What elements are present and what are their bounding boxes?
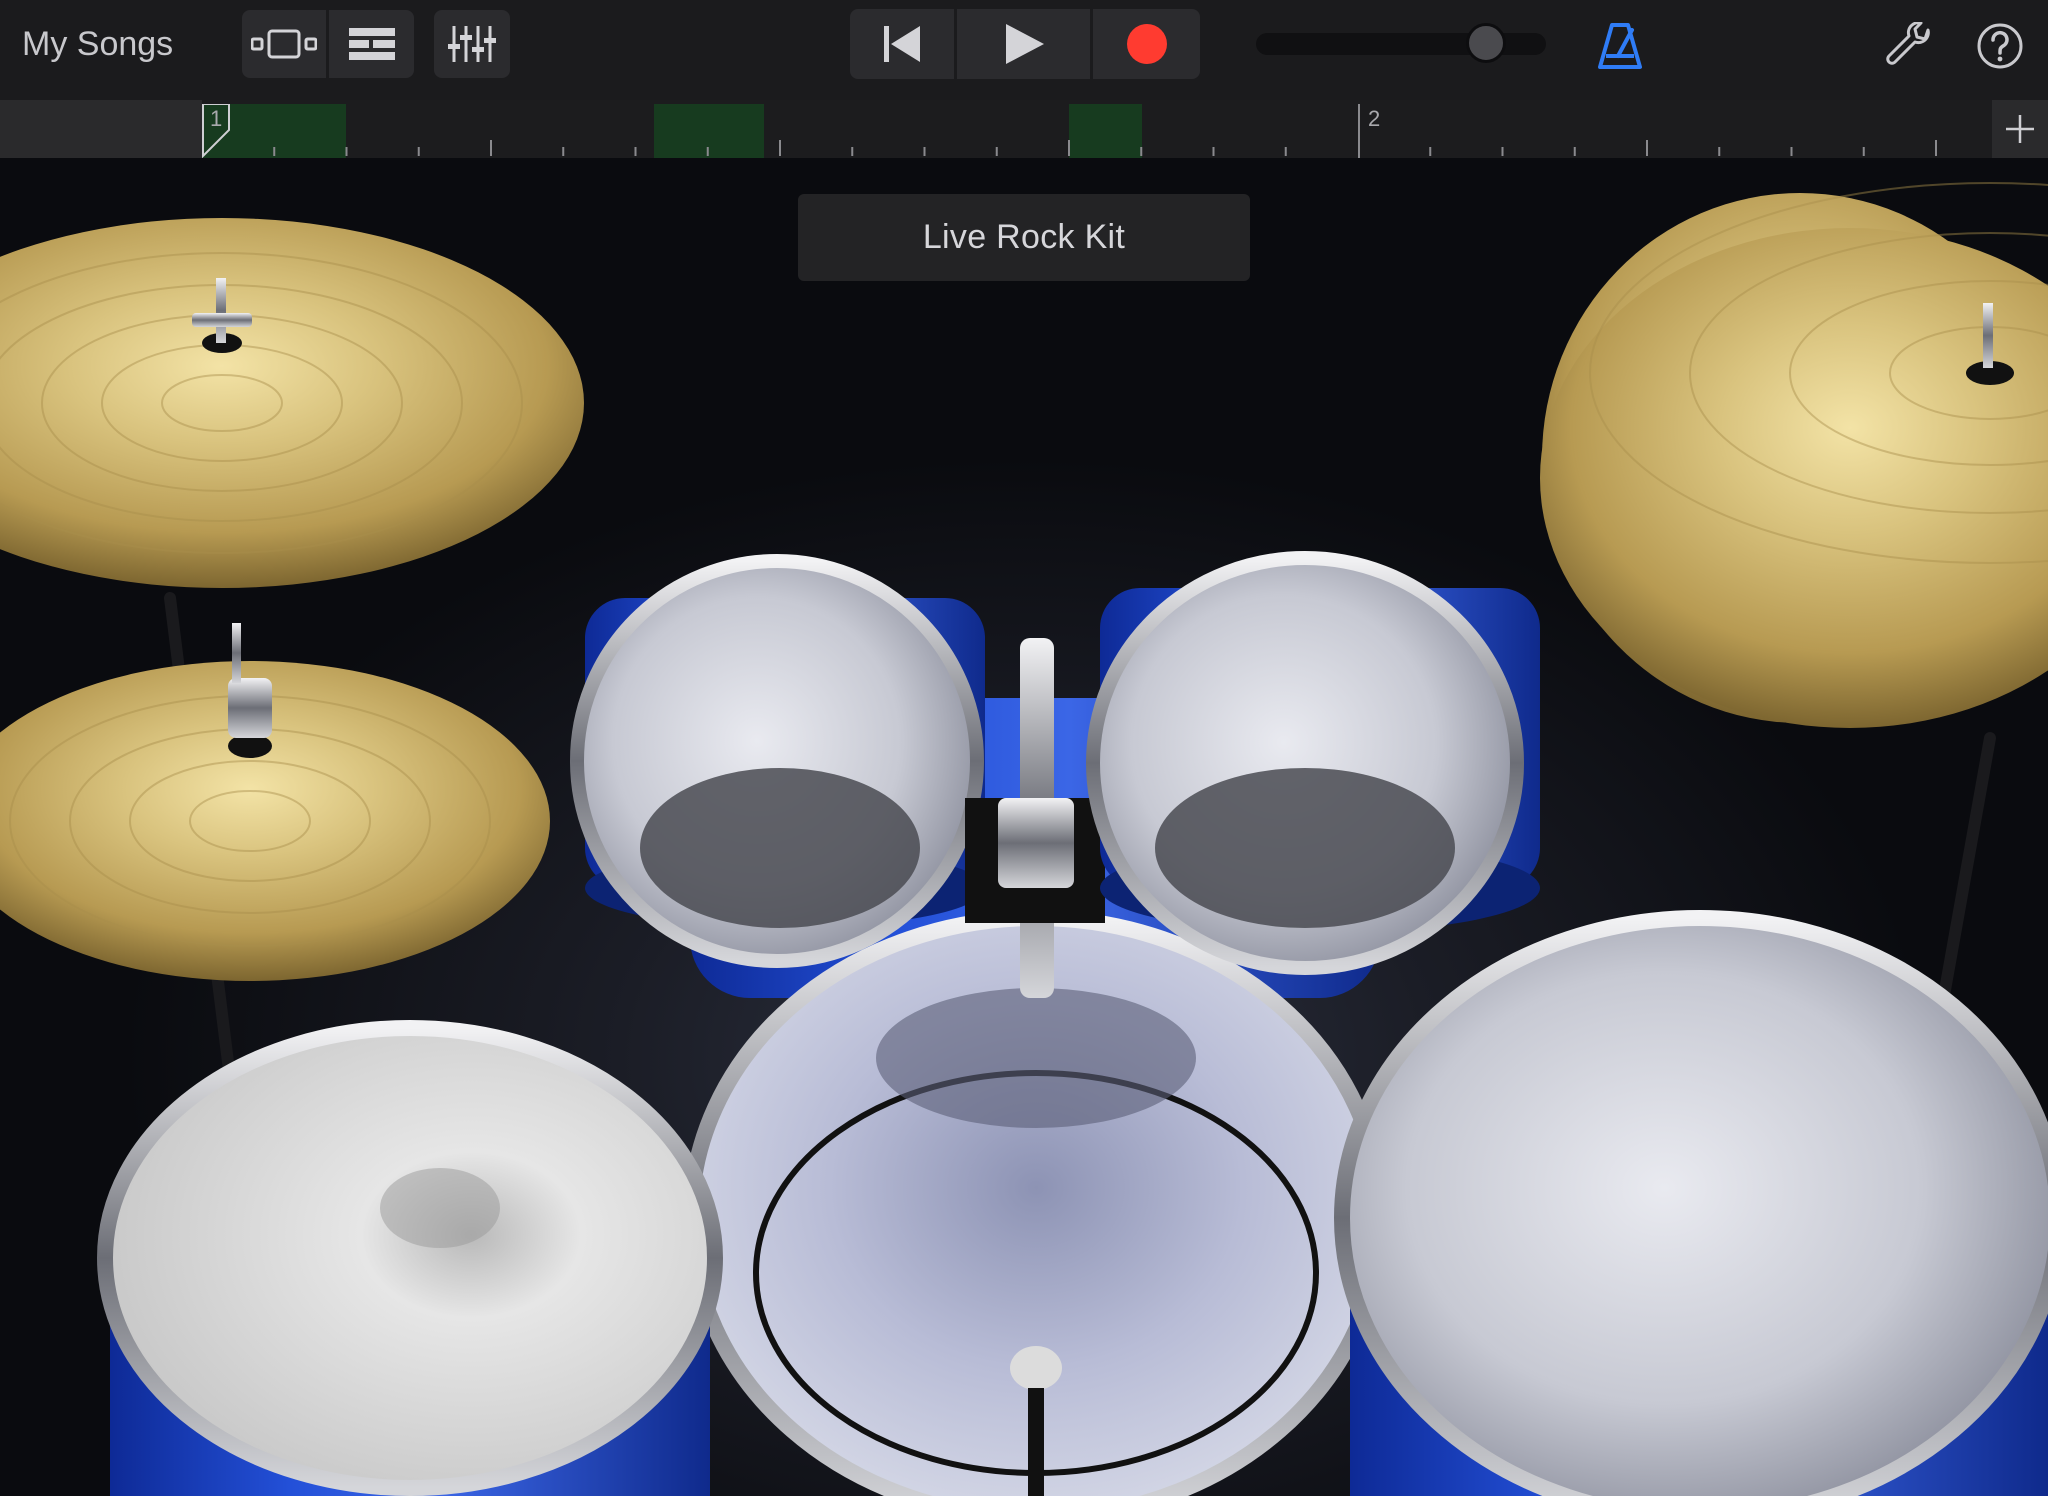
rack-tom-1[interactable] [570, 554, 985, 968]
settings-button[interactable] [1880, 18, 1940, 74]
instrument-view-button[interactable] [242, 10, 326, 78]
drum-kit-illustration [0, 182, 2048, 1496]
help-icon [1977, 23, 2023, 69]
metronome-icon [1598, 23, 1642, 69]
transport-controls [850, 9, 1200, 79]
plus-icon [2006, 115, 2034, 143]
my-songs-button[interactable]: My Songs [22, 22, 173, 66]
snare-drum[interactable] [97, 1020, 723, 1496]
record-button[interactable] [1093, 9, 1200, 79]
record-icon [1126, 24, 1167, 64]
drum-kit-stage: Live Rock Kit [0, 158, 2048, 1496]
tracks-view-button[interactable] [329, 10, 414, 78]
ruler-ticks [273, 140, 1937, 156]
view-switcher [242, 10, 414, 78]
rack-tom-2[interactable] [1086, 551, 1540, 975]
ride-cymbal[interactable] [1540, 182, 2048, 728]
tracks-view-icon [348, 28, 395, 60]
track-controls-icon [448, 26, 496, 62]
go-to-beginning-icon [884, 26, 920, 62]
play-icon [1005, 24, 1044, 64]
add-section-button[interactable] [1992, 100, 2048, 158]
track-controls-button[interactable] [434, 10, 510, 78]
go-to-beginning-button[interactable] [850, 9, 954, 79]
kit-name-button[interactable]: Live Rock Kit [798, 194, 1250, 281]
play-button[interactable] [957, 9, 1090, 79]
wrench-icon [1886, 22, 1930, 65]
top-toolbar: My Songs [0, 0, 2048, 100]
instrument-browser-icon [251, 29, 317, 59]
help-button[interactable] [1970, 18, 2030, 74]
timeline-ruler[interactable]: 1 2 [0, 100, 2048, 158]
metronome-button[interactable] [1590, 18, 1650, 74]
master-volume-knob[interactable] [1466, 23, 1507, 63]
hi-hat-cymbal[interactable] [0, 623, 550, 981]
crash-cymbal[interactable] [0, 218, 584, 588]
floor-tom[interactable] [1334, 910, 2048, 1496]
